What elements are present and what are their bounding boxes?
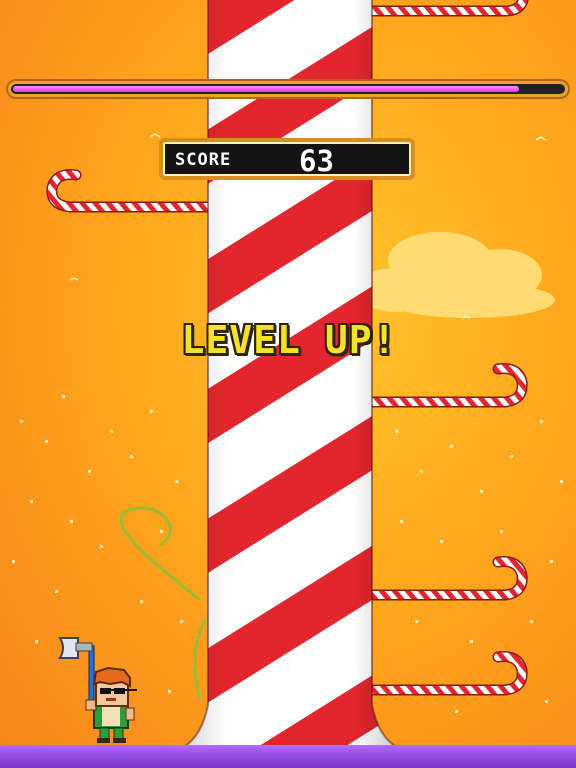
tap-area[interactable] [0,0,576,768]
